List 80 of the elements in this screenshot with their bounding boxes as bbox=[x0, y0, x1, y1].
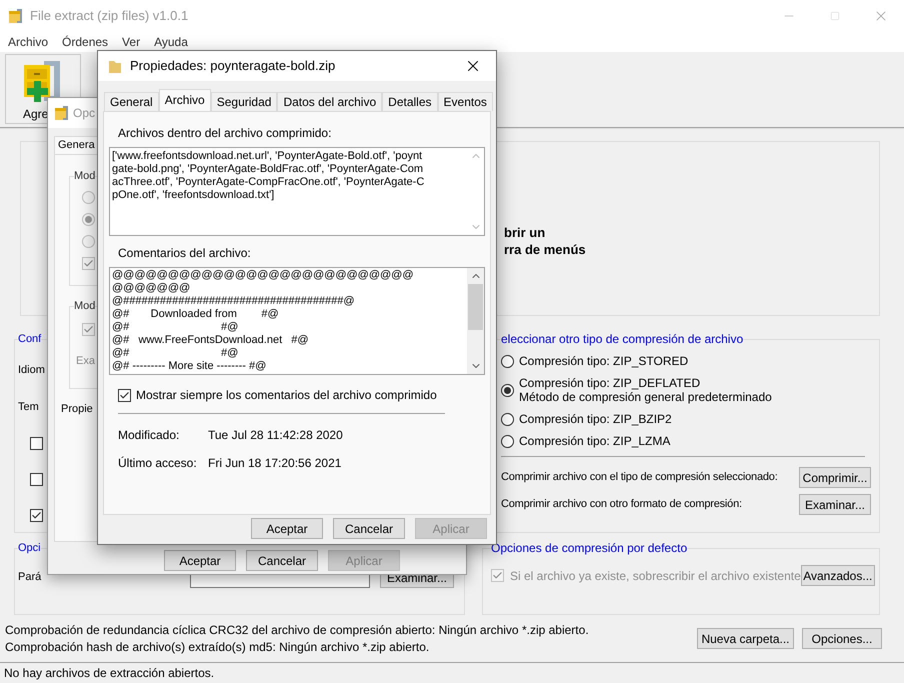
tab[interactable]: Eventos bbox=[438, 92, 493, 111]
checkbox-label: Si el archivo ya existe, sobrescribir el archivo existente bbox=[510, 568, 801, 584]
radio-label: Compresión tipo: ZIP_LZMA bbox=[519, 434, 670, 448]
info-label: Último acceso: bbox=[118, 455, 198, 472]
file-list-line: pOne.otf', 'freefontsdownload.txt'] bbox=[112, 189, 276, 202]
comment-line: @# #@ bbox=[112, 347, 240, 360]
file-list-box[interactable] bbox=[109, 147, 485, 236]
action-label: Comprimir archivo con el tipo de compresión seleccionado: bbox=[501, 470, 778, 486]
comment-line: @# www.FreeFontsDownload.net #@ bbox=[112, 334, 310, 347]
checksum-text: Comprobación hash de archivo(s) extraído(s) md5: Ningún archivo *.zip abierto. bbox=[5, 640, 430, 654]
comment-line: @# Downloaded from #@ bbox=[112, 308, 280, 321]
group-title: Mod bbox=[74, 169, 96, 183]
group-title: Opci bbox=[18, 541, 41, 555]
info-text: brir un bbox=[504, 224, 546, 241]
comment-line: @@@@@@@ bbox=[112, 282, 192, 295]
group-title: Mod bbox=[74, 299, 96, 313]
tab[interactable]: General bbox=[104, 92, 159, 111]
menu-item[interactable]: Archivo bbox=[1, 32, 56, 50]
file-list-line: acThree.otf', 'PoynterAgate-CompFracOne.otf', 'PoynterAgate-C bbox=[112, 176, 426, 189]
radio-button[interactable] bbox=[501, 354, 514, 368]
comment-line: @# #@ bbox=[112, 321, 240, 334]
option-label: Exa bbox=[76, 354, 95, 369]
radio-label: Compresión tipo: ZIP_DEFLATED bbox=[519, 376, 702, 390]
menu-item[interactable]: Órdenes bbox=[55, 32, 116, 50]
tab[interactable]: Archivo bbox=[158, 89, 211, 111]
menu-item[interactable]: Ayuda bbox=[147, 32, 195, 50]
button[interactable]: Aceptar bbox=[251, 518, 323, 539]
folder-icon bbox=[54, 105, 70, 121]
window-title: Propiedades: poynteragate-bold.zip bbox=[130, 57, 336, 76]
window-title: File extract (zip files) v1.0.1 bbox=[30, 6, 188, 25]
group-title: Opciones de compresión por defecto bbox=[491, 541, 688, 555]
folder-icon bbox=[108, 58, 122, 74]
radio-button[interactable] bbox=[501, 384, 514, 396]
checkbox[interactable] bbox=[30, 509, 43, 522]
info-value: Tue Jul 28 11:42:28 2020 bbox=[208, 427, 343, 444]
button[interactable]: Opciones... bbox=[802, 628, 882, 649]
field-label: Archivos dentro del archivo comprimido: bbox=[117, 125, 332, 142]
field-label: Idiom bbox=[18, 363, 45, 378]
file-list-line: gate-bold.png', 'PoynterAgate-BoldFrac.otf', 'PoynterAgate-Com bbox=[112, 163, 424, 176]
menu-item[interactable]: Ver bbox=[115, 32, 148, 50]
file-list-line: ['www.freefontsdownload.net.url', 'PoynterAgate-Bold.otf', 'poynt bbox=[112, 150, 424, 163]
checksum-text: Comprobación de redundancia cíclica CRC32 del archivo de compresión abierto: Ningún archivo *.zip abierto. bbox=[5, 623, 589, 637]
tab[interactable]: Detalles bbox=[382, 92, 438, 111]
radio-button[interactable] bbox=[501, 412, 514, 426]
button[interactable]: Cancelar bbox=[333, 518, 405, 539]
checkbox[interactable] bbox=[118, 388, 131, 402]
radio-button[interactable] bbox=[501, 434, 514, 448]
tab[interactable]: Seguridad bbox=[210, 92, 278, 111]
button[interactable]: Examinar... bbox=[799, 494, 871, 515]
info-label: Modificado: bbox=[118, 427, 180, 444]
field-label: Comentarios del archivo: bbox=[117, 245, 252, 262]
tab[interactable]: Genera bbox=[54, 136, 99, 154]
group-title: eleccionar otro tipo de compresión de archivo bbox=[501, 332, 744, 346]
section-label: Propie bbox=[61, 402, 93, 417]
checkbox[interactable] bbox=[30, 473, 43, 486]
checkbox[interactable] bbox=[30, 437, 43, 450]
tab[interactable]: Datos del archivo bbox=[277, 92, 382, 111]
radio-label: Compresión tipo: ZIP_STORED bbox=[519, 354, 688, 368]
button[interactable]: Aceptar bbox=[164, 550, 236, 571]
comment-line: @@@@@@@@@@@@@@@@@@@@@@@@@@@ bbox=[112, 269, 414, 282]
group-title: Conf bbox=[18, 332, 42, 346]
action-label: Comprimir archivo con otro formato de compresión: bbox=[501, 497, 742, 512]
status-text: No hay archivos de extracción abiertos. bbox=[4, 664, 214, 682]
button[interactable]: Cancelar bbox=[246, 550, 318, 571]
folder-icon bbox=[8, 8, 24, 24]
comments-box[interactable]: @@@@@@@@@@@@@@@@@@@@@@@@@@@ @@@@@@@ @####################################@ @# Downloaded from #@ @# #@ @# www.FreeFontsDownload.net #@ @# #@ @# --------- More site -------- #@ bbox=[109, 267, 485, 375]
radio-note: Método de compresión general predeterminado bbox=[519, 390, 772, 404]
comment-line: @####################################@ bbox=[112, 295, 356, 308]
comment-line: @# --------- More site -------- #@ bbox=[112, 360, 268, 373]
field-label: Tem bbox=[18, 400, 39, 414]
field-label: Pará bbox=[18, 570, 42, 586]
radio-label: Compresión tipo: ZIP_BZIP2 bbox=[519, 412, 672, 426]
scroll-thumb[interactable] bbox=[468, 284, 483, 330]
button[interactable]: Comprimir... bbox=[799, 467, 871, 488]
info-text: rra de menús bbox=[504, 241, 587, 258]
scrollbar[interactable] bbox=[467, 268, 484, 374]
info-value: Fri Jun 18 17:20:56 2021 bbox=[208, 455, 342, 472]
button[interactable]: Avanzados... bbox=[800, 565, 875, 586]
checkbox-label: Mostrar siempre los comentarios del archivo comprimido bbox=[136, 387, 437, 404]
button[interactable]: Nueva carpeta... bbox=[697, 628, 794, 649]
